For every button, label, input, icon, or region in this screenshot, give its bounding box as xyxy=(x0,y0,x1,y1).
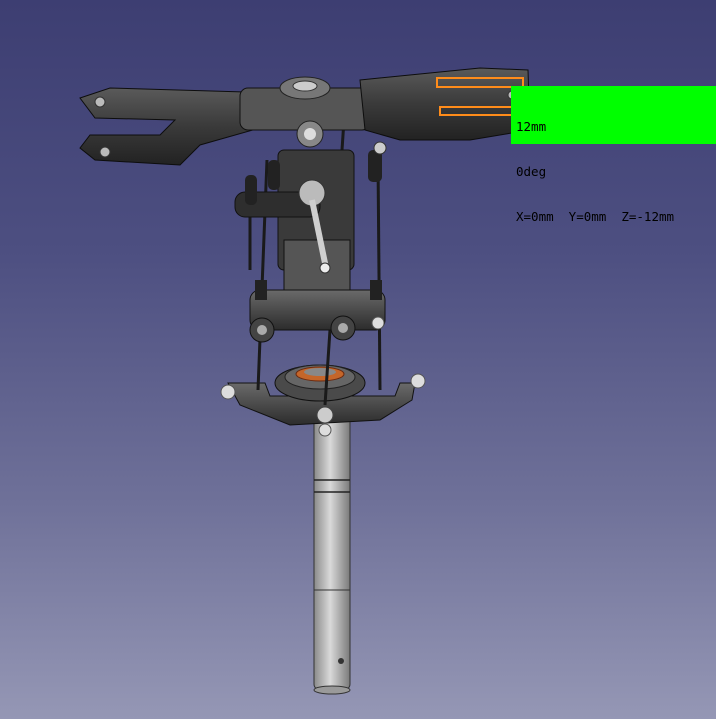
measurement-readout: 12mm 0deg X=0mm Y=0mm Z=-12mm xyxy=(511,86,716,224)
measurement-angle: 0deg xyxy=(516,164,547,179)
swashplate[interactable] xyxy=(220,364,426,437)
measurement-offset: X=0mm Y=0mm Z=-12mm xyxy=(516,209,675,224)
measurement-distance: 12mm xyxy=(516,119,547,134)
main-shaft[interactable] xyxy=(313,394,351,695)
3d-viewport[interactable]: 12mm 0deg X=0mm Y=0mm Z=-12mm xyxy=(0,0,716,719)
washout-assembly[interactable] xyxy=(234,141,387,343)
